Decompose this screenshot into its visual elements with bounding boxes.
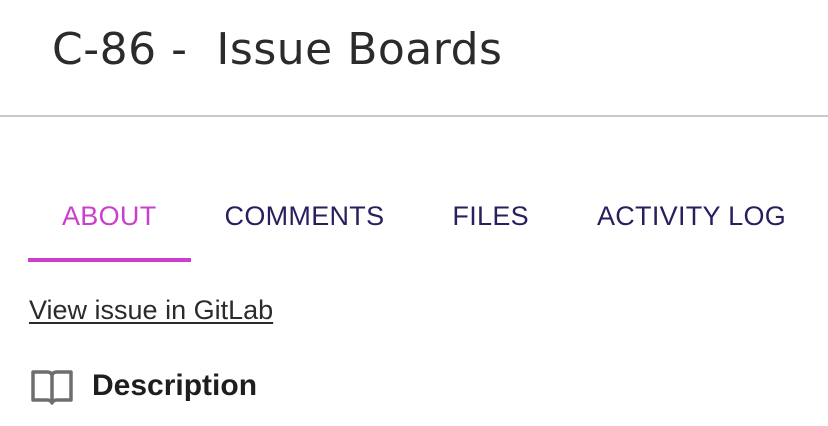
issue-title: C-86 - Issue Boards <box>52 24 503 75</box>
book-open-icon <box>30 366 74 406</box>
tab-bar: ABOUT COMMENTS FILES ACTIVITY LOG <box>28 188 820 262</box>
description-section-header: Description <box>30 364 257 408</box>
issue-header: C-86 - Issue Boards <box>0 0 828 117</box>
view-in-gitlab-link[interactable]: View issue in GitLab <box>29 292 273 328</box>
tab-activity-log[interactable]: ACTIVITY LOG <box>563 188 820 262</box>
tab-files[interactable]: FILES <box>418 188 563 262</box>
tab-about[interactable]: ABOUT <box>28 188 191 262</box>
description-heading: Description <box>92 369 258 402</box>
tab-comments[interactable]: COMMENTS <box>191 188 419 262</box>
